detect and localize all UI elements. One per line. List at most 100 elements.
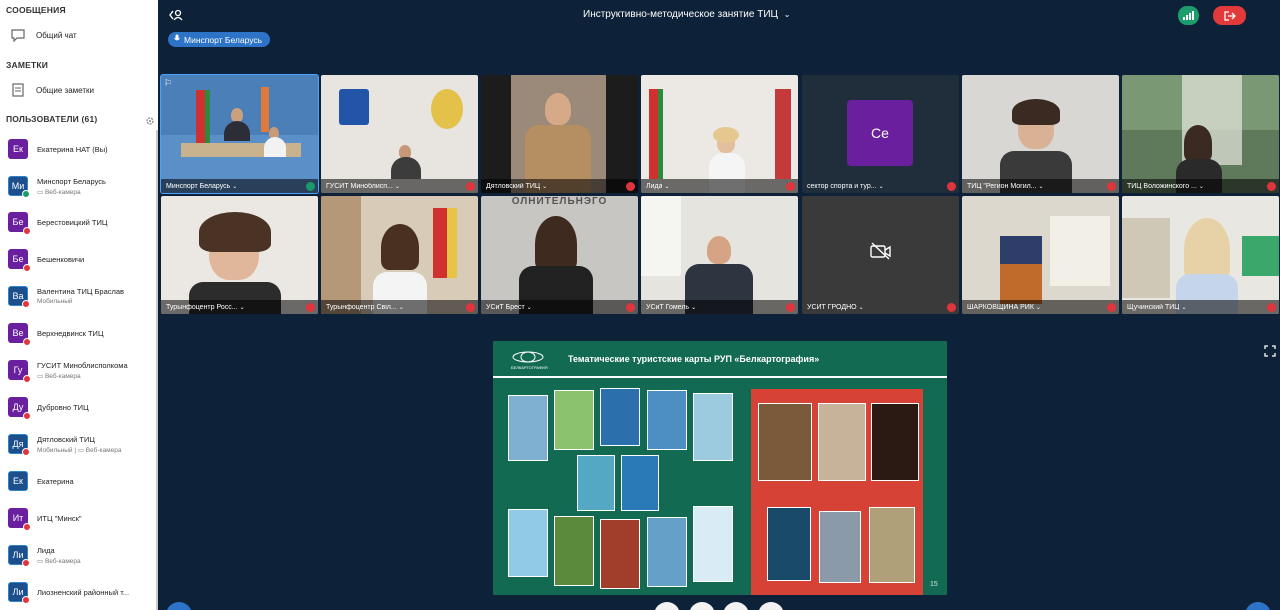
avatar: Гу [8,360,31,383]
presentation-slide[interactable]: БЕЛКАРТОГРАФИЯ Тематические туристские к… [493,341,947,595]
mic-muted-icon [947,303,956,312]
video-tile-namebar: ТИЦ Воложинского ... ⌄ [1122,179,1279,193]
video-tile[interactable]: УСИТ ГРОДНО ⌄ [802,196,959,314]
video-tile[interactable]: Лида ⌄ [641,75,798,193]
users-section-title: ПОЛЬЗОВАТЕЛИ (61) [6,114,98,124]
mic-muted-icon [626,303,635,312]
mic-on-icon [306,182,315,191]
video-tile[interactable]: Щучинский ТИЦ ⌄ [1122,196,1279,314]
tile-name: УСИТ ГРОДНО [807,303,857,311]
map-cover [693,506,733,582]
toggle-userlist-icon[interactable] [168,8,184,25]
video-tile[interactable]: Се сектор спорта и тур... ⌄ [802,75,959,193]
user-list-item[interactable]: Дя Дятловский ТИЦ Мобильный | ▭ Веб-камер… [0,426,156,462]
muted-badge [23,227,31,235]
video-tile[interactable]: Турынфоцентр Свіл... ⌄ [321,196,478,314]
muted-badge [22,300,30,308]
mic-muted-icon [626,182,635,191]
avatar: Бе [8,212,31,235]
video-tile[interactable]: УСиТ Гомель ⌄ [641,196,798,314]
video-tile-namebar: Турынфоцентр Свіл... ⌄ [321,300,478,314]
chevron-down-icon: ⌄ [783,10,791,19]
user-list-item[interactable]: Ми Минспорт Беларусь ▭ Веб-камера [0,168,156,204]
muted-badge [23,412,31,420]
chevron-down-icon: ⌄ [1181,304,1187,311]
muted-badge [23,523,31,531]
map-cover [767,507,811,581]
user-name: Верхнедвинск ТИЦ [37,328,104,338]
muted-badge [23,264,31,272]
user-name: Дятловский ТИЦ [37,434,95,444]
video-tile[interactable]: ТИЦ Воложинского ... ⌄ [1122,75,1279,193]
map-cover [693,393,733,461]
video-tile-namebar: ТИЦ "Регион Могил... ⌄ [962,179,1119,193]
video-tile-namebar: Щучинский ТИЦ ⌄ [1122,300,1279,314]
presenter-pill: Минспорт Беларусь [168,32,271,47]
user-list-item[interactable]: Ек Екатерина НАТ (Вы) [0,131,156,167]
video-tile[interactable]: ГУСИТ Миноблисп... ⌄ [321,75,478,193]
mic-muted-icon [306,303,315,312]
avatar: Ва [8,286,30,308]
avatar: Ду [8,397,31,420]
user-name: Дубровно ТИЦ [37,402,89,412]
muted-badge [23,375,31,383]
user-list-item[interactable]: Ли Лиозненский районный т... [0,574,156,610]
video-tile[interactable]: ОЛНИТЕЛЬНЭГО УСиТ Брест ⌄ [481,196,638,314]
map-cover [508,509,548,577]
map-cover [869,507,915,583]
video-tile[interactable]: Дятловский ТИЦ ⌄ [481,75,638,193]
map-cover [600,519,640,589]
users-settings-gear-icon[interactable] [145,113,155,131]
tile-name: Турынфоцентр Свіл... [326,303,397,311]
shared-notes-item[interactable]: Общие заметки [0,78,158,102]
user-list-item[interactable]: Ит ИТЦ "Минск" [0,500,156,536]
camera-off-icon [870,242,892,265]
chevron-down-icon: ⌄ [664,183,670,190]
avatar: Ли [8,582,30,604]
user-list-item[interactable]: Ли Лида ▭ Веб-камера [0,537,156,573]
chevron-down-icon: ⌄ [398,304,404,311]
video-tile[interactable]: ⚐ Минспорт Беларусь ⌄ [160,74,319,194]
user-name: Бешенковичи [37,254,85,264]
fullscreen-icon[interactable] [1264,344,1276,357]
public-chat-label: Общий чат [36,30,77,40]
avatar: Се [847,100,913,166]
user-list-item[interactable]: Ек Екатерина [0,463,156,499]
map-cover [871,403,919,481]
user-name: Екатерина НАТ (Вы) [37,144,108,154]
avatar: Ек [8,471,28,491]
avatar: Ит [8,508,31,531]
video-tile-namebar: ШАРКОВЩИНА РИК ⌄ [962,300,1119,314]
user-list-item[interactable]: Ва Валентина ТИЦ Браслав Мобильный [0,278,156,314]
video-tile[interactable]: ШАРКОВЩИНА РИК ⌄ [962,196,1119,314]
map-cover [647,390,687,450]
public-chat-item[interactable]: Общий чат [0,23,158,47]
user-list-item[interactable]: Бе Бешенковичи [0,241,156,277]
user-list-item[interactable]: Бе Берестовицкий ТИЦ [0,204,156,240]
video-tile[interactable]: ТИЦ "Регион Могил... ⌄ [962,75,1119,193]
avatar: Ли [8,545,30,567]
user-name: Лиозненский районный т... [37,587,130,597]
tile-name: сектор спорта и тур... [807,182,877,190]
user-name: Лида [37,545,55,555]
pin-icon[interactable]: ⚐ [164,78,172,89]
meeting-title[interactable]: Инструктивно-методическое занятие ТИЦ ⌄ [583,9,790,20]
map-cover [600,388,640,446]
video-tile-namebar: Лида ⌄ [641,179,798,193]
video-tile[interactable]: Турынфоцентр Росс... ⌄ [161,196,318,314]
user-list-item[interactable]: Ду Дубровно ТИЦ [0,389,156,425]
leave-meeting-button[interactable] [1213,6,1246,25]
connection-status-icon[interactable] [1178,6,1199,25]
chat-icon [9,26,27,44]
user-list-item[interactable]: Ве Верхнедвинск ТИЦ [0,315,156,351]
mic-muted-icon [786,182,795,191]
notes-section-title: ЗАМЕТКИ [6,60,49,70]
user-name: ИТЦ "Минск" [37,513,82,523]
user-list-item[interactable]: Гу ГУСИТ Миноблисполкома ▭ Веб-камера [0,352,156,388]
user-name: ГУСИТ Миноблисполкома [37,360,128,370]
chevron-down-icon: ⌄ [239,304,245,311]
tile-name: ШАРКОВЩИНА РИК [967,303,1034,311]
tile-name: УСиТ Гомель [646,303,690,311]
user-name: Валентина ТИЦ Браслав [37,287,125,296]
video-tile-namebar: УСИТ ГРОДНО ⌄ [802,300,959,314]
